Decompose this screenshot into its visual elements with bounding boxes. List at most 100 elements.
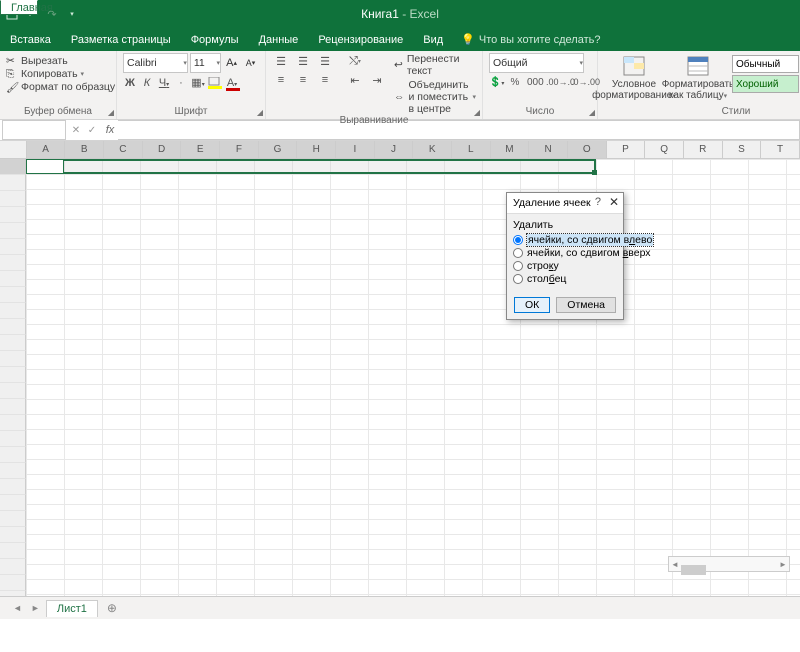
- tell-me[interactable]: 💡 Что вы хотите сделать?: [461, 28, 600, 51]
- tab-layout[interactable]: Разметка страницы: [61, 28, 181, 51]
- shrink-font-icon[interactable]: A▾: [242, 54, 259, 72]
- select-all-corner[interactable]: [0, 141, 27, 159]
- col-header[interactable]: J: [375, 141, 414, 158]
- col-header[interactable]: F: [220, 141, 259, 158]
- row-header[interactable]: [0, 319, 26, 335]
- row-header[interactable]: [0, 303, 26, 319]
- row-header[interactable]: [0, 559, 26, 575]
- row-header[interactable]: [0, 383, 26, 399]
- enter-formula-icon[interactable]: ✓: [86, 125, 98, 136]
- tab-formulas[interactable]: Формулы: [181, 28, 249, 51]
- col-header[interactable]: R: [684, 141, 723, 158]
- col-header[interactable]: H: [297, 141, 336, 158]
- row-header[interactable]: [0, 511, 26, 527]
- dialog-launcher-icon[interactable]: ◢: [589, 108, 595, 117]
- sheet-nav-prev-icon[interactable]: ◄: [10, 603, 25, 613]
- row-header[interactable]: [0, 175, 26, 191]
- tab-data[interactable]: Данные: [249, 28, 309, 51]
- cell-style-normal[interactable]: Обычный: [732, 55, 799, 73]
- dialog-launcher-icon[interactable]: ◢: [474, 108, 480, 117]
- tab-insert[interactable]: Вставка: [0, 28, 61, 51]
- name-box[interactable]: [2, 120, 66, 140]
- font-color-button[interactable]: A▾: [225, 77, 239, 89]
- fill-color-button[interactable]: [208, 77, 222, 89]
- row-header[interactable]: [0, 367, 26, 383]
- radio-entire-row[interactable]: строку: [513, 260, 617, 272]
- row-header[interactable]: [0, 207, 26, 223]
- row-header[interactable]: [0, 335, 26, 351]
- fill-handle[interactable]: [592, 170, 597, 175]
- scroll-thumb[interactable]: [681, 565, 706, 575]
- format-as-table-button[interactable]: Форматировать как таблицу▾: [668, 53, 728, 101]
- row-header[interactable]: [0, 543, 26, 559]
- row-header[interactable]: [0, 351, 26, 367]
- format-painter-button[interactable]: 🖌Формат по образцу: [6, 81, 110, 93]
- col-header[interactable]: S: [723, 141, 762, 158]
- cancel-button[interactable]: Отмена: [556, 297, 616, 313]
- col-header[interactable]: E: [181, 141, 220, 158]
- col-header[interactable]: N: [529, 141, 568, 158]
- dialog-launcher-icon[interactable]: ◢: [108, 108, 114, 117]
- row-header[interactable]: [0, 399, 26, 415]
- row-header[interactable]: [0, 447, 26, 463]
- align-bottom-icon[interactable]: ☰: [316, 53, 334, 69]
- add-sheet-icon[interactable]: ⊕: [101, 601, 123, 615]
- comma-icon[interactable]: 000: [527, 77, 541, 88]
- align-center-icon[interactable]: ≡: [294, 72, 312, 88]
- col-header[interactable]: M: [491, 141, 530, 158]
- align-left-icon[interactable]: ≡: [272, 72, 290, 88]
- align-right-icon[interactable]: ≡: [316, 72, 334, 88]
- cut-button[interactable]: ✂Вырезать: [6, 55, 110, 67]
- indent-icon[interactable]: ⇥: [368, 72, 386, 88]
- merge-center-button[interactable]: ⇔Объединить и поместить в центре▾: [394, 79, 476, 115]
- row-header[interactable]: [0, 479, 26, 495]
- col-header[interactable]: I: [336, 141, 375, 158]
- row-header[interactable]: [0, 575, 26, 591]
- radio-shift-left[interactable]: ячейки, со сдвигом влево: [513, 234, 617, 246]
- col-header[interactable]: C: [104, 141, 143, 158]
- underline-button[interactable]: Ч▾: [157, 77, 171, 89]
- row-header[interactable]: [0, 287, 26, 303]
- sheet-tab[interactable]: Лист1: [46, 600, 98, 617]
- decrease-decimal-icon[interactable]: .0→.00: [571, 77, 591, 88]
- cells-area[interactable]: [26, 159, 800, 596]
- border-button[interactable]: ▦▾: [191, 76, 205, 89]
- tab-home[interactable]: Главная: [0, 0, 38, 15]
- percent-icon[interactable]: %: [508, 77, 522, 88]
- horizontal-scrollbar[interactable]: ◄ ►: [668, 556, 790, 572]
- col-header[interactable]: P: [607, 141, 646, 158]
- outdent-icon[interactable]: ⇤: [346, 72, 364, 88]
- ok-button[interactable]: ОК: [514, 297, 550, 313]
- row-header[interactable]: [0, 159, 26, 175]
- grow-font-icon[interactable]: A▴: [223, 54, 240, 72]
- row-header[interactable]: [0, 463, 26, 479]
- conditional-formatting-button[interactable]: Условное форматирование▾: [604, 53, 664, 101]
- col-header[interactable]: K: [413, 141, 452, 158]
- col-header[interactable]: B: [65, 141, 104, 158]
- help-icon[interactable]: ?: [595, 196, 601, 208]
- orientation-icon[interactable]: ⤭▾: [346, 53, 364, 69]
- col-header[interactable]: G: [259, 141, 298, 158]
- col-header[interactable]: A: [27, 141, 66, 158]
- align-middle-icon[interactable]: ☰: [294, 53, 312, 69]
- accounting-icon[interactable]: 💲▾: [489, 77, 503, 88]
- col-header[interactable]: Q: [645, 141, 684, 158]
- qa-dropdown-icon[interactable]: ▾: [66, 8, 78, 20]
- close-icon[interactable]: ✕: [609, 195, 619, 209]
- cancel-formula-icon[interactable]: ✕: [70, 125, 82, 136]
- tab-view[interactable]: Вид: [413, 28, 453, 51]
- row-header[interactable]: [0, 415, 26, 431]
- row-header[interactable]: [0, 223, 26, 239]
- number-format-select[interactable]: Общий▾: [489, 53, 584, 73]
- wrap-text-button[interactable]: ↩Перенести текст: [394, 53, 476, 77]
- row-header[interactable]: [0, 239, 26, 255]
- font-select[interactable]: Calibri▾: [123, 53, 188, 73]
- radio-shift-up[interactable]: ячейки, со сдвигом вверх: [513, 247, 617, 259]
- copy-button[interactable]: ⎘Копировать▾: [6, 68, 110, 80]
- row-header[interactable]: [0, 591, 26, 596]
- scroll-right-icon[interactable]: ►: [777, 560, 789, 569]
- cell-style-good[interactable]: Хороший: [732, 75, 799, 93]
- scroll-left-icon[interactable]: ◄: [669, 560, 681, 569]
- row-header[interactable]: [0, 495, 26, 511]
- dialog-launcher-icon[interactable]: ◢: [257, 108, 263, 117]
